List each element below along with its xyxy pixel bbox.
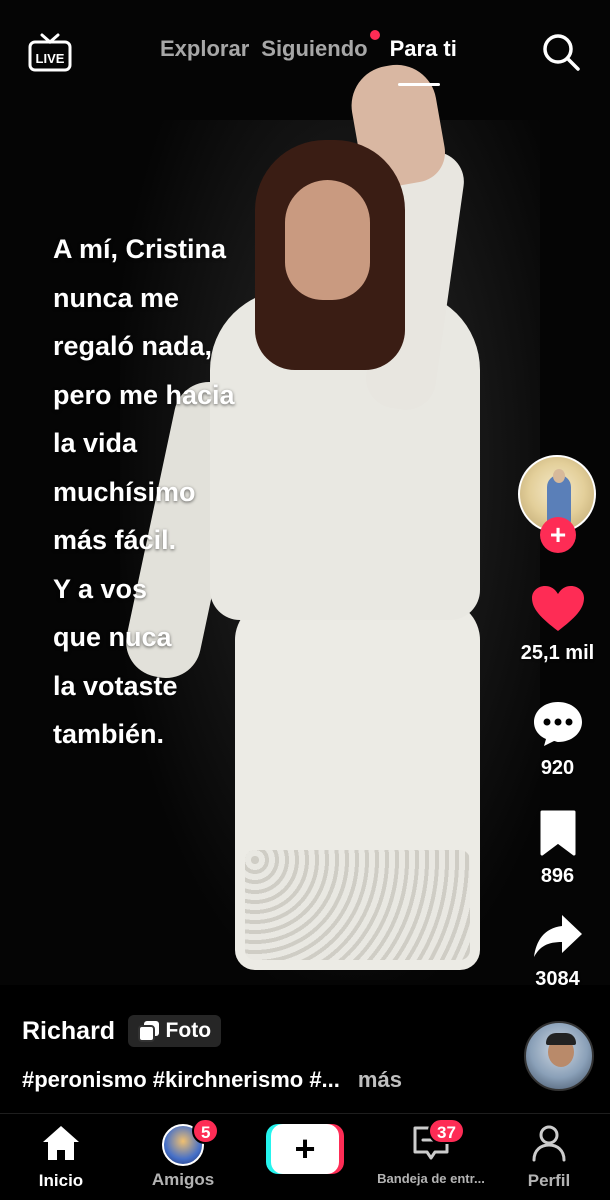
creator-avatar-group: + (518, 455, 598, 555)
active-tab-indicator (398, 83, 440, 86)
save-count: 896 (540, 865, 575, 887)
like-button[interactable]: 25,1 mil (515, 585, 600, 665)
nav-perfil[interactable]: Perfil (521, 1124, 577, 1191)
bookmark-icon (540, 810, 575, 856)
share-count: 3084 (535, 968, 580, 990)
live-icon[interactable]: LIVE (28, 32, 72, 72)
profile-icon (532, 1125, 566, 1162)
follow-button[interactable]: + (540, 517, 576, 553)
nav-perfil-label: Perfil (527, 1171, 571, 1190)
photo-stack-icon (137, 1021, 159, 1042)
tab-siguiendo[interactable]: Siguiendo (261, 30, 380, 66)
photo-figure-lace (245, 850, 470, 960)
comment-count: 920 (540, 757, 575, 779)
nav-bandeja-label: Bandeja de entr... (377, 1171, 485, 1186)
inbox-badge: 37 (428, 1118, 465, 1144)
tab-explorar[interactable]: Explorar (160, 36, 249, 66)
plus-icon: + (271, 1124, 339, 1174)
amigos-badge: 5 (192, 1118, 220, 1144)
tab-para-ti[interactable]: Para ti (390, 36, 457, 66)
comment-button[interactable]: 920 (515, 700, 600, 780)
svg-text:LIVE: LIVE (36, 51, 65, 66)
more-link[interactable]: más (358, 1067, 402, 1092)
post-overlay-text: A mí, Cristina nunca me regaló nada, per… (53, 234, 235, 749)
photo-type-label: Foto (165, 1019, 212, 1042)
feed-tabs: Explorar Siguiendo Para ti (160, 30, 469, 66)
sound-disc-cap (546, 1033, 576, 1045)
bottom-nav: Inicio Amigos 5 + Bandeja de entr... 37 … (0, 1113, 610, 1200)
new-content-dot (369, 30, 380, 40)
author-username[interactable]: Richard (22, 1017, 115, 1046)
nav-bandeja[interactable]: Bandeja de entr... 37 (366, 1118, 496, 1186)
top-bar: LIVE Explorar Siguiendo Para ti (0, 0, 610, 100)
post-caption: Richard Foto #peronismo #kirchnerismo #.… (22, 1015, 502, 1093)
like-count: 25,1 mil (520, 642, 595, 664)
sound-disc[interactable] (524, 1021, 594, 1091)
save-button[interactable]: 896 (515, 810, 600, 888)
share-arrow-icon (533, 915, 582, 957)
tab-siguiendo-label: Siguiendo (261, 36, 368, 61)
comment-icon (533, 702, 582, 746)
nav-inicio[interactable]: Inicio (33, 1124, 89, 1191)
avatar-figure-head (553, 469, 565, 483)
nav-inicio-label: Inicio (38, 1171, 84, 1190)
home-icon (43, 1126, 79, 1160)
create-button[interactable]: + (266, 1124, 344, 1174)
heart-icon (531, 586, 584, 631)
share-button[interactable]: 3084 (515, 913, 600, 991)
nav-amigos[interactable]: Amigos 5 (145, 1118, 221, 1190)
hashtags[interactable]: #peronismo #kirchnerismo #... (22, 1067, 340, 1092)
nav-amigos-label: Amigos (151, 1170, 215, 1189)
hashtag-line: #peronismo #kirchnerismo #... más (22, 1067, 502, 1093)
photo-type-badge: Foto (127, 1015, 222, 1047)
photo-figure-face (285, 180, 370, 300)
search-icon[interactable] (541, 32, 581, 72)
